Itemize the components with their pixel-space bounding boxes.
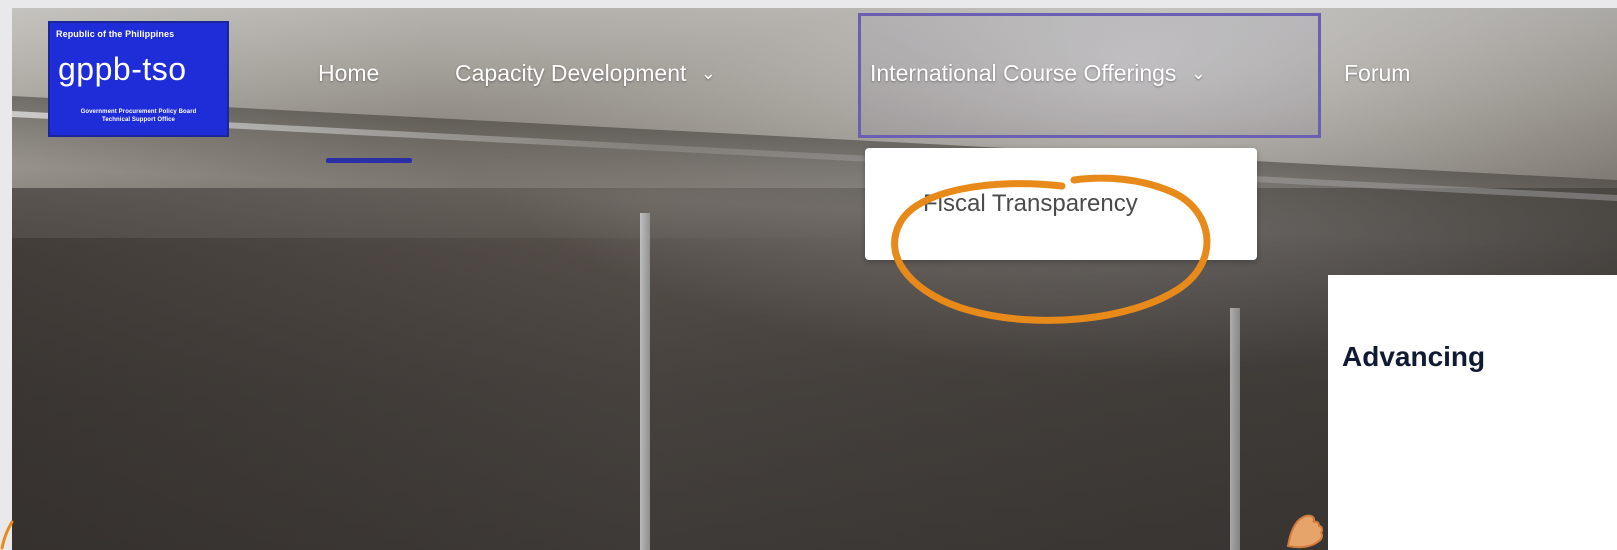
nav-capacity-development-label: Capacity Development <box>455 60 687 86</box>
nav-forum-label: Forum <box>1344 60 1411 86</box>
main-navigation: Republic of the Philippines gppb-tso Gov… <box>12 8 1617 148</box>
logo-subtitle-line1: Government Procurement Policy Board <box>80 109 197 115</box>
nav-forum[interactable]: Forum <box>1344 60 1410 87</box>
international-course-offerings-dropdown: Fiscal Transparency <box>865 148 1257 260</box>
logo-main-text: gppb-tso <box>58 51 187 87</box>
hero-background: Republic of the Philippines gppb-tso Gov… <box>12 8 1617 550</box>
site-logo[interactable]: Republic of the Philippines gppb-tso Gov… <box>48 21 229 137</box>
hero-content-card <box>1328 275 1617 550</box>
dropdown-item-fiscal-transparency[interactable]: Fiscal Transparency <box>923 190 1138 218</box>
logo-top-text: Republic of the Philippines <box>56 29 175 39</box>
nav-international-course-offerings[interactable]: International Course Offerings ⌄ <box>870 60 1206 87</box>
chevron-down-icon: ⌄ <box>700 63 716 83</box>
window-frame-left <box>640 213 650 550</box>
chevron-down-icon: ⌄ <box>1190 63 1206 83</box>
window-frame-right <box>1230 308 1240 550</box>
nav-international-course-offerings-label: International Course Offerings <box>870 60 1177 86</box>
active-nav-underline <box>326 158 412 163</box>
nav-home-label: Home <box>318 60 380 86</box>
hero-card-title: Advancing <box>1342 341 1486 372</box>
nav-home[interactable]: Home <box>318 60 379 87</box>
logo-subtitle-line2: Technical Support Office <box>102 117 175 123</box>
nav-capacity-development[interactable]: Capacity Development ⌄ <box>455 60 716 87</box>
